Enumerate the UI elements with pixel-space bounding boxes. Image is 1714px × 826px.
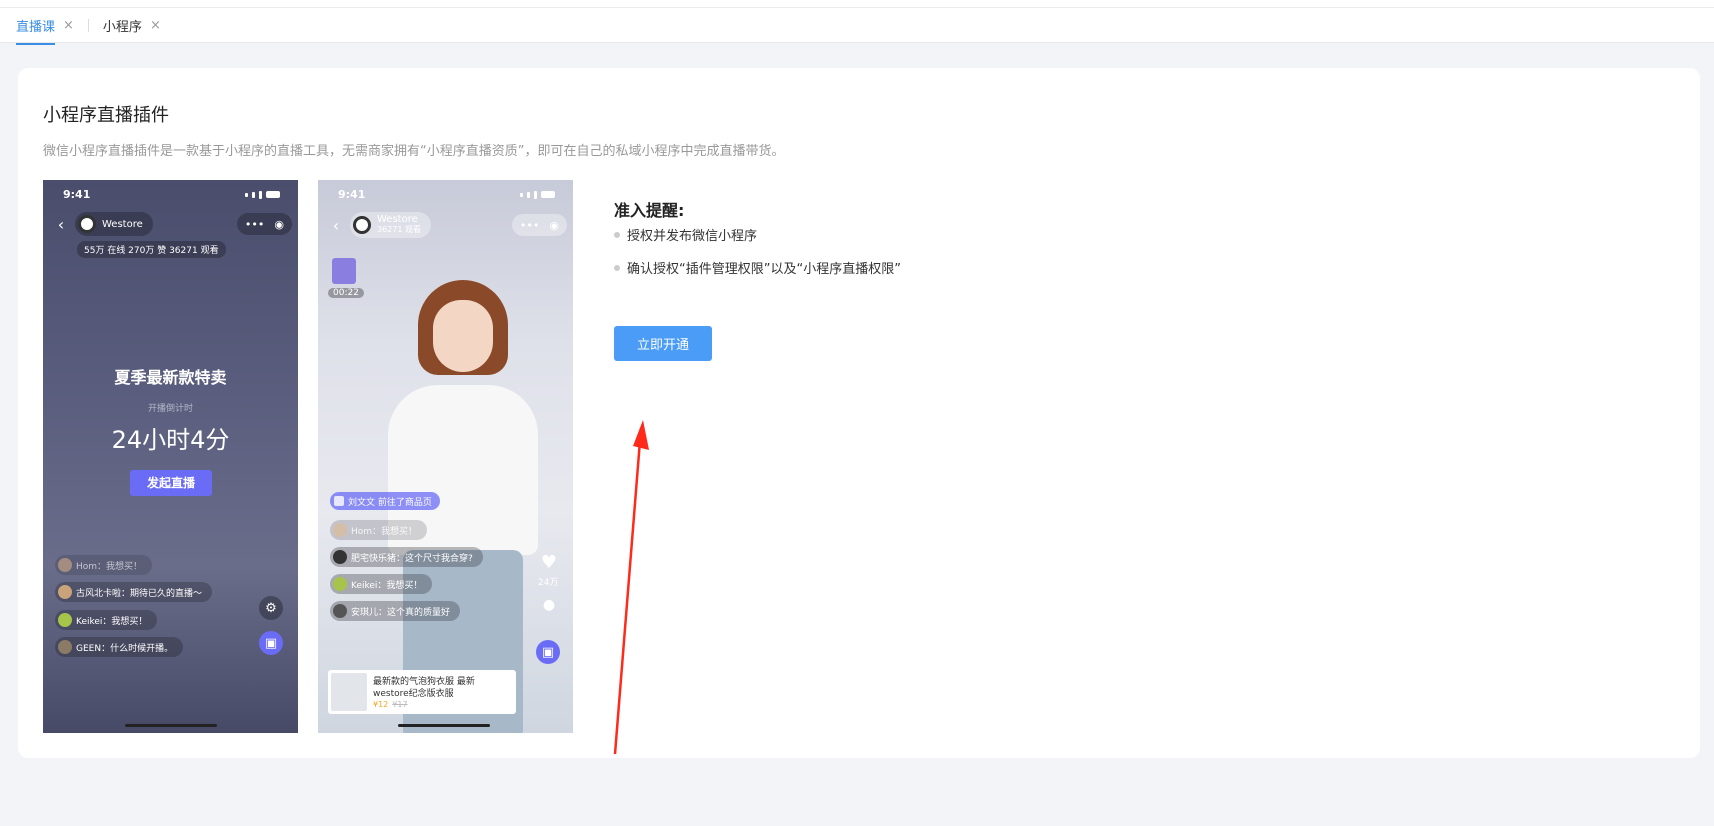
- live-header: ‹ Westore 36271 观看 ••• ◉: [326, 212, 567, 238]
- requirements-title: 准入提醒:: [614, 201, 685, 220]
- bag-icon: [334, 496, 344, 506]
- notice-text: 刘文文 前往了商品页: [348, 497, 432, 508]
- mini-program-capsule: ••• ◉: [511, 214, 567, 236]
- store-logo-icon: [78, 215, 96, 233]
- countdown-value: 24小时4分: [111, 426, 230, 454]
- requirement-text: 授权并发布微信小程序: [627, 229, 758, 244]
- list-item: 古风北卡啦：期待已久的直播～: [55, 582, 213, 602]
- comment-text: Hom：我想买！: [76, 561, 143, 572]
- store-pill: Westore: [75, 212, 153, 236]
- requirement-item: 授权并发布微信小程序: [614, 225, 757, 244]
- store-name: Westore: [377, 214, 418, 225]
- store-pill: Westore 36271 观看: [350, 212, 431, 238]
- live-header: ‹ Westore ••• ◉: [51, 212, 292, 236]
- store-logo-icon: [353, 216, 371, 234]
- list-item: Keikei：我想买！: [330, 574, 433, 594]
- tab-label: 小程序: [102, 19, 142, 35]
- tab-live-course[interactable]: 直播课 ×: [16, 8, 74, 45]
- home-indicator: [398, 724, 490, 727]
- status-bar: 9:41: [63, 188, 280, 201]
- requirement-text: 确认授权“插件管理权限”以及“小程序直播权限”: [627, 262, 901, 277]
- list-item: Keikei：我想买！: [55, 610, 158, 630]
- back-icon: ‹: [332, 215, 340, 235]
- battery-icon: [266, 191, 280, 198]
- gift-timer: 00:22: [328, 288, 364, 298]
- comment-icon: ●: [542, 597, 556, 613]
- tab-bar: 直播课 × 小程序 ×: [0, 8, 1714, 45]
- comment-text: 古风北卡啦：期待已久的直播～: [76, 588, 203, 599]
- start-live-button: 发起直播: [130, 470, 212, 496]
- list-item: 安琪儿：这个真的质量好: [330, 601, 461, 621]
- top-strip: [0, 0, 1714, 8]
- home-indicator: [125, 724, 217, 727]
- comment-text: Keikei：我想买！: [76, 616, 148, 627]
- product-name: 最新款的气泡狗衣服 最新: [373, 676, 475, 687]
- shopping-bag-icon: ▣: [259, 631, 283, 655]
- product-card: 最新款的气泡狗衣服 最新 westore纪念版衣服 ¥12 ¥17: [328, 670, 516, 714]
- viewer-count: 36271 观看: [377, 225, 421, 234]
- gift-icon: [332, 258, 356, 284]
- status-bar: 9:41: [338, 188, 555, 201]
- tab-divider: [87, 18, 89, 32]
- list-item: Hom：我想买！: [330, 520, 428, 540]
- list-item: Hom：我想买！: [55, 555, 153, 575]
- list-item: 肥宅快乐猪：这个尺寸我合穿?: [330, 547, 483, 567]
- phone-preview-live: 9:41 ‹ Westore 36271 观看 ••• ◉ 00:22 刘文文 …: [318, 180, 573, 733]
- countdown-label: 开播倒计时: [147, 404, 193, 414]
- product-old-price: ¥17: [392, 699, 408, 709]
- more-icon: •••: [244, 217, 265, 231]
- activate-now-button[interactable]: 立即开通: [614, 326, 712, 361]
- shopping-bag-icon: ▣: [536, 640, 560, 664]
- tab-mini-program[interactable]: 小程序 ×: [103, 8, 161, 43]
- comment-text: GEEN：什么时候开播。: [76, 643, 174, 654]
- target-icon: ◉: [549, 218, 559, 232]
- product-name-2: westore纪念版衣服: [373, 688, 454, 699]
- list-item: GEEN：什么时候开播。: [55, 637, 184, 657]
- notice-banner: 刘文文 前往了商品页: [330, 492, 440, 510]
- comment-text: Hom：我想买！: [351, 526, 418, 537]
- battery-icon: [541, 191, 555, 198]
- live-headline: 夏季最新款特卖: [114, 368, 227, 387]
- target-icon: ◉: [274, 217, 284, 231]
- product-thumbnail: [331, 673, 367, 711]
- comment-text: 肥宅快乐猪：这个尺寸我合穿?: [351, 553, 473, 564]
- close-icon[interactable]: ×: [63, 19, 74, 32]
- annotation-arrow: [613, 420, 649, 755]
- store-name: Westore: [102, 218, 143, 230]
- comment-text: 安琪儿：这个真的质量好: [351, 607, 451, 618]
- requirement-item: 确认授权“插件管理权限”以及“小程序直播权限”: [614, 258, 901, 277]
- close-icon[interactable]: ×: [150, 19, 161, 32]
- mini-program-capsule: ••• ◉: [236, 213, 292, 235]
- like-count: 24万: [538, 578, 559, 588]
- heart-icon: ♥: [540, 551, 558, 573]
- plugin-card: 小程序直播插件 微信小程序直播插件是一款基于小程序的直播工具，无需商家拥有“小程…: [18, 68, 1700, 758]
- signal-icon: [245, 188, 280, 201]
- page-description: 微信小程序直播插件是一款基于小程序的直播工具，无需商家拥有“小程序直播资质”，即…: [43, 144, 785, 159]
- product-price: ¥12: [373, 699, 389, 709]
- signal-icon: [520, 188, 555, 201]
- back-icon: ‹: [57, 214, 65, 234]
- more-icon: •••: [519, 218, 540, 232]
- live-stats: 55万 在线 270万 赞 36271 观看: [77, 241, 226, 258]
- status-time: 9:41: [338, 188, 366, 201]
- page-title: 小程序直播插件: [43, 105, 169, 126]
- tab-label: 直播课: [16, 16, 56, 45]
- status-time: 9:41: [63, 188, 91, 201]
- comment-text: Keikei：我想买！: [351, 580, 423, 591]
- phone-preview-countdown: 9:41 ‹ Westore ••• ◉ 55万 在线 270万 赞 36271…: [43, 180, 298, 733]
- gear-icon: ⚙: [259, 596, 283, 620]
